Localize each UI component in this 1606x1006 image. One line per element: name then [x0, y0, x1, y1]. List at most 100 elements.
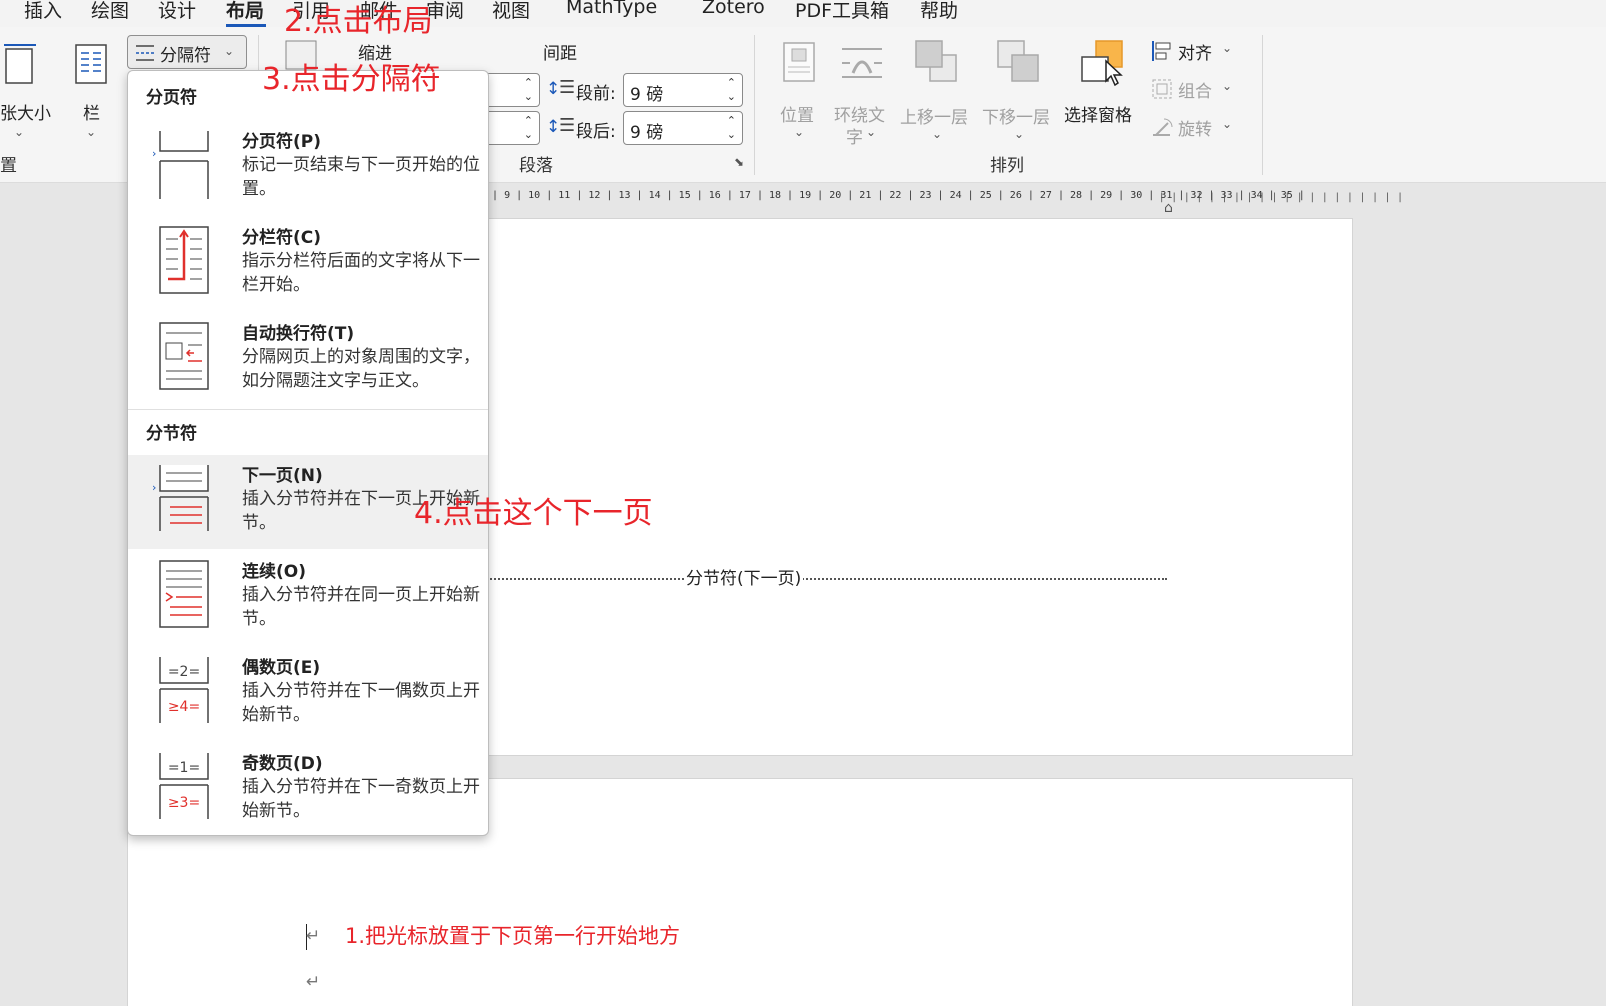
position-icon — [783, 42, 815, 82]
space-before-value: 9 磅 — [630, 85, 664, 105]
page-size-icon — [4, 44, 36, 84]
chevron-down-icon: ⌄ — [86, 125, 97, 139]
send-backward-button[interactable]: 下移一层 ⌄ — [982, 39, 1058, 149]
tab-pdf-toolbox[interactable]: PDF工具箱 — [795, 0, 889, 23]
indent-left-stepper[interactable]: ⌃ ⌄ — [484, 73, 540, 107]
menu-item-text-wrapping-break[interactable]: 自动换行符(T) 分隔网页上的对象周围的文字，如分隔题注文字与正文。 — [128, 313, 488, 407]
rotate-button[interactable]: 旋转 ⌄ — [1150, 113, 1240, 143]
menu-item-continuous[interactable]: 连续(O) 插入分节符并在同一页上开始新节。 — [128, 551, 488, 645]
group-button[interactable]: 组合 ⌄ — [1150, 75, 1240, 105]
even-page-section-icon: =2= ≥4= — [159, 657, 209, 723]
size-label: 张大小 — [0, 104, 51, 124]
bring-forward-button[interactable]: 上移一层 ⌄ — [900, 39, 976, 149]
tab-zotero[interactable]: Zotero — [702, 0, 765, 18]
svg-text:=1=: =1= — [168, 760, 200, 776]
next-page-section-icon — [159, 465, 209, 531]
indent-right-stepper[interactable]: ⌃ ⌄ — [484, 111, 540, 145]
spin-arrows-icon: ⌃ ⌄ — [726, 76, 736, 103]
menu-bar: 插入 绘图 设计 布局 引用 邮件 审阅 视图 MathType Zotero … — [0, 0, 1606, 27]
section-break-line — [487, 578, 1167, 580]
annotation-step-2: 2.点击布局 — [284, 4, 433, 39]
svg-text:=2=: =2= — [168, 664, 200, 680]
chevron-down-icon: ⌄ — [866, 125, 877, 139]
chevron-down-icon: ⌄ — [932, 127, 943, 141]
chevron-down-icon: ⌄ — [1014, 127, 1025, 141]
wrap-text-icon — [842, 48, 882, 78]
menu-item-desc: 插入分节符并在同一页上开始新节。 — [242, 585, 480, 629]
menu-item-title: 分栏符(C) — [242, 228, 322, 248]
svg-text:≥3=: ≥3= — [168, 795, 200, 811]
wrap-text-label-2: 字 — [846, 128, 863, 148]
section-break-label: 分节符(下一页) — [684, 564, 804, 589]
page-setup-group-label: 置 — [0, 156, 17, 176]
menu-item-even-page[interactable]: =2= ≥4= 偶数页(E) 插入分节符并在下一偶数页上开始新节。 — [128, 647, 488, 741]
send-backward-icon — [997, 40, 1039, 82]
breaks-button[interactable]: 分隔符 ⌄ — [127, 35, 247, 69]
arrange-group-label: 排列 — [990, 156, 1024, 176]
columns-button[interactable]: 栏 ⌄ — [70, 37, 116, 147]
columns-label: 栏 — [83, 104, 100, 124]
tab-help[interactable]: 帮助 — [920, 0, 958, 23]
menu-item-title: 自动换行符(T) — [242, 324, 355, 344]
page-break-icon — [159, 131, 209, 199]
chevron-right-icon: › — [152, 481, 157, 494]
text-wrapping-break-icon — [159, 322, 209, 390]
space-before-stepper[interactable]: 9 磅 ⌃ ⌄ — [623, 73, 743, 107]
annotation-step-4: 4.点击这个下一页 — [414, 496, 653, 531]
rotate-icon — [1153, 118, 1173, 136]
chevron-down-icon: ⌄ — [1222, 79, 1233, 93]
menu-item-desc: 分隔网页上的对象周围的文字，如分隔题注文字与正文。 — [242, 347, 480, 391]
wrap-text-button[interactable]: 环绕文 字 ⌄ — [834, 39, 892, 149]
menu-item-desc: 指示分栏符后面的文字将从下一栏开始。 — [242, 251, 480, 295]
right-indent-marker-icon[interactable]: ⌂ — [1164, 200, 1173, 216]
dialog-launcher-icon[interactable]: ⬊ — [734, 155, 744, 169]
divider — [754, 35, 755, 175]
menu-item-title: 奇数页(D) — [242, 754, 323, 774]
selection-pane-button[interactable]: 选择窗格 — [1064, 39, 1144, 139]
menu-item-page-break[interactable]: › 分页符(P) 标记一页结束与下一页开始的位置。 — [128, 121, 488, 215]
tab-insert[interactable]: 插入 — [24, 0, 62, 23]
chevron-down-icon: ⌄ — [1222, 41, 1233, 55]
breaks-dropdown-menu: 分页符 › 分页符(P) 标记一页结束与下一页开始的位置。 分栏符(C) 指示分… — [127, 70, 489, 836]
lines-icon: ☰ — [559, 115, 576, 136]
tab-draw[interactable]: 绘图 — [91, 0, 129, 23]
menu-item-title: 连续(O) — [242, 562, 306, 582]
size-button[interactable]: 张大小 ⌄ — [0, 37, 58, 147]
selection-pane-icon — [1081, 40, 1123, 87]
menu-item-desc: 插入分节符并在下一奇数页上开始新节。 — [242, 777, 480, 821]
breaks-icon — [136, 45, 154, 61]
menu-item-column-break[interactable]: 分栏符(C) 指示分栏符后面的文字将从下一栏开始。 — [128, 217, 488, 311]
selection-pane-label: 选择窗格 — [1064, 106, 1132, 126]
spacing-label: 间距 — [543, 44, 577, 64]
tab-layout[interactable]: 布局 — [226, 0, 264, 23]
paragraph-group-label: 段落 — [519, 156, 553, 176]
tab-design[interactable]: 设计 — [158, 0, 196, 23]
bring-forward-icon — [915, 40, 957, 82]
menu-item-odd-page[interactable]: =1= ≥3= 奇数页(D) 插入分节符并在下一奇数页上开始新节。 — [128, 743, 488, 837]
menu-divider — [128, 409, 488, 410]
odd-page-section-icon: =1= ≥3= — [159, 753, 209, 819]
before-label: 段前: — [576, 84, 616, 104]
column-break-icon — [159, 226, 209, 294]
annotation-step-3: 3.点击分隔符 — [262, 62, 441, 97]
space-after-value: 9 磅 — [630, 123, 664, 143]
continuous-section-icon — [159, 560, 209, 628]
ruler-ticks: | | | | | | | | | | | | | | | | | | | | — [1160, 192, 1405, 203]
menu-item-title: 下一页(N) — [242, 466, 323, 486]
spin-arrows-icon: ⌃ ⌄ — [523, 114, 533, 141]
align-button[interactable]: 对齐 ⌄ — [1150, 37, 1240, 67]
paragraph-mark: ↵ — [306, 972, 321, 992]
after-label: 段后: — [576, 122, 616, 142]
chevron-down-icon: ⌄ — [14, 125, 25, 139]
divider — [1262, 35, 1263, 175]
svg-text:≥4=: ≥4= — [168, 699, 200, 715]
position-button[interactable]: 位置 ⌄ — [778, 39, 822, 139]
tab-view[interactable]: 视图 — [492, 0, 530, 23]
space-after-stepper[interactable]: 9 磅 ⌃ ⌄ — [623, 111, 743, 145]
annotation-step-1: 1.把光标放置于下页第一行开始地方 — [345, 924, 681, 948]
spin-arrows-icon: ⌃ ⌄ — [726, 114, 736, 141]
spin-arrows-icon: ⌃ ⌄ — [523, 76, 533, 103]
paragraph-mark: ↵ — [306, 926, 321, 946]
tab-mathtype[interactable]: MathType — [566, 0, 657, 18]
group-icon — [1152, 79, 1172, 99]
